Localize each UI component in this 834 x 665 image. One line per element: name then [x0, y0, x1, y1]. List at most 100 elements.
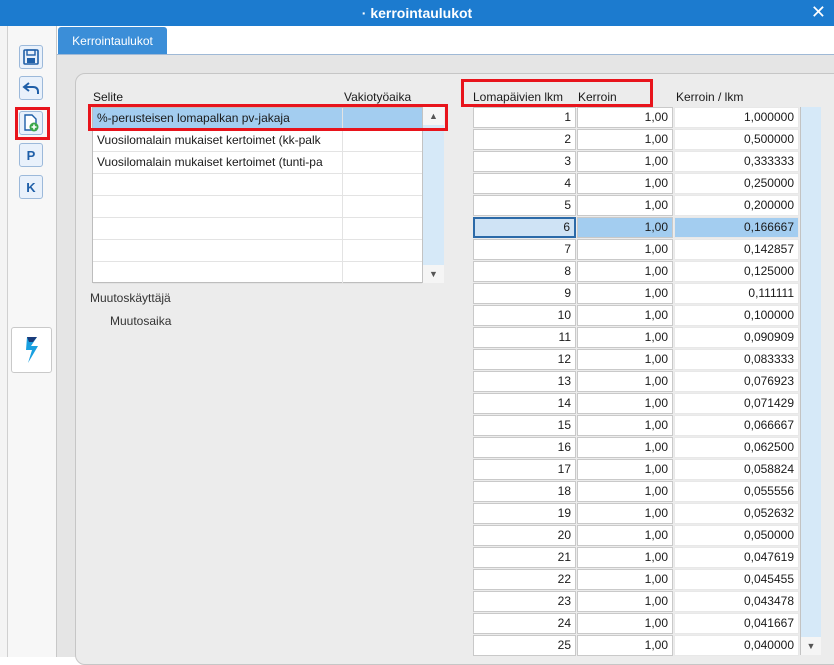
- lomapaivien-cell[interactable]: 5: [473, 195, 576, 216]
- kerroin-per-lkm-cell[interactable]: 0,200000: [674, 195, 799, 216]
- scroll-up-icon[interactable]: ▲: [423, 107, 444, 125]
- lomapaivien-cell[interactable]: 25: [473, 635, 576, 656]
- kerroin-cell[interactable]: 1,00: [577, 525, 673, 546]
- kerroin-cell[interactable]: 1,00: [577, 283, 673, 304]
- table-row[interactable]: 2 1,00 0,500000: [473, 129, 821, 151]
- selite-cell[interactable]: Vuosilomalain mukaiset kertoimet (tunti-…: [93, 152, 343, 173]
- kerroin-per-lkm-cell[interactable]: 0,045455: [674, 569, 799, 590]
- k-button[interactable]: K: [19, 175, 43, 199]
- table-row[interactable]: 17 1,00 0,058824: [473, 459, 821, 481]
- table-row[interactable]: [93, 262, 422, 284]
- scroll-down-icon[interactable]: ▼: [801, 637, 821, 655]
- table-row[interactable]: 24 1,00 0,041667: [473, 613, 821, 635]
- kerroin-per-lkm-cell[interactable]: 0,166667: [674, 217, 799, 238]
- kerroin-per-lkm-cell[interactable]: 0,047619: [674, 547, 799, 568]
- lomapaivien-cell[interactable]: 2: [473, 129, 576, 150]
- kerroin-cell[interactable]: 1,00: [577, 415, 673, 436]
- vakiotyoaika-cell[interactable]: [343, 130, 422, 151]
- table-row[interactable]: 11 1,00 0,090909: [473, 327, 821, 349]
- kerroin-cell[interactable]: 1,00: [577, 261, 673, 282]
- lomapaivien-cell[interactable]: 12: [473, 349, 576, 370]
- vakiotyoaika-cell[interactable]: [343, 196, 422, 217]
- lomapaivien-cell[interactable]: 7: [473, 239, 576, 260]
- table-row[interactable]: 4 1,00 0,250000: [473, 173, 821, 195]
- kerroin-per-lkm-cell[interactable]: 0,083333: [674, 349, 799, 370]
- selite-cell[interactable]: [93, 196, 343, 217]
- table-row[interactable]: 20 1,00 0,050000: [473, 525, 821, 547]
- kerroin-cell[interactable]: 1,00: [577, 437, 673, 458]
- vakiotyoaika-cell[interactable]: [343, 218, 422, 239]
- right-table-scrollbar[interactable]: ▼: [800, 107, 821, 655]
- kerroin-cell[interactable]: 1,00: [577, 129, 673, 150]
- lomapaivien-cell[interactable]: 19: [473, 503, 576, 524]
- table-row[interactable]: [93, 218, 422, 240]
- table-row[interactable]: 19 1,00 0,052632: [473, 503, 821, 525]
- kerroin-per-lkm-cell[interactable]: 0,058824: [674, 459, 799, 480]
- lomapaivien-cell[interactable]: 13: [473, 371, 576, 392]
- app-logo-button[interactable]: [11, 327, 52, 373]
- table-row[interactable]: [93, 196, 422, 218]
- table-row[interactable]: 22 1,00 0,045455: [473, 569, 821, 591]
- kerroin-cell[interactable]: 1,00: [577, 371, 673, 392]
- lomapaivien-cell[interactable]: 15: [473, 415, 576, 436]
- kerroin-cell[interactable]: 1,00: [577, 613, 673, 634]
- selite-cell[interactable]: %-perusteisen lomapalkan pv-jakaja: [93, 108, 343, 129]
- kerroin-per-lkm-cell[interactable]: 0,071429: [674, 393, 799, 414]
- kerroin-per-lkm-cell[interactable]: 0,500000: [674, 129, 799, 150]
- kerroin-cell[interactable]: 1,00: [577, 195, 673, 216]
- kerroin-cell[interactable]: 1,00: [577, 393, 673, 414]
- kerroin-cell[interactable]: 1,00: [577, 239, 673, 260]
- table-row[interactable]: 9 1,00 0,111111: [473, 283, 821, 305]
- table-row[interactable]: 15 1,00 0,066667: [473, 415, 821, 437]
- lomapaivien-cell[interactable]: 4: [473, 173, 576, 194]
- vakiotyoaika-cell[interactable]: [343, 262, 422, 283]
- lomapaivien-cell[interactable]: 16: [473, 437, 576, 458]
- p-button[interactable]: P: [19, 143, 43, 167]
- table-row[interactable]: 21 1,00 0,047619: [473, 547, 821, 569]
- table-row[interactable]: 12 1,00 0,083333: [473, 349, 821, 371]
- table-row[interactable]: 23 1,00 0,043478: [473, 591, 821, 613]
- table-row[interactable]: 10 1,00 0,100000: [473, 305, 821, 327]
- selite-cell[interactable]: [93, 240, 343, 261]
- kerroin-per-lkm-cell[interactable]: 0,055556: [674, 481, 799, 502]
- table-row[interactable]: 7 1,00 0,142857: [473, 239, 821, 261]
- kerroin-per-lkm-cell[interactable]: 1,000000: [674, 107, 799, 128]
- table-row[interactable]: Vuosilomalain mukaiset kertoimet (kk-pal…: [93, 130, 422, 152]
- lomapaivien-cell[interactable]: 24: [473, 613, 576, 634]
- table-row[interactable]: 8 1,00 0,125000: [473, 261, 821, 283]
- kerroin-cell[interactable]: 1,00: [577, 503, 673, 524]
- selite-cell[interactable]: Vuosilomalain mukaiset kertoimet (kk-pal…: [93, 130, 343, 151]
- kerroin-per-lkm-cell[interactable]: 0,062500: [674, 437, 799, 458]
- tab-kerrointaulukot[interactable]: Kerrointaulukot: [58, 27, 167, 54]
- lomapaivien-cell[interactable]: 14: [473, 393, 576, 414]
- kerroin-per-lkm-cell[interactable]: 0,040000: [674, 635, 799, 656]
- kerroin-per-lkm-cell[interactable]: 0,090909: [674, 327, 799, 348]
- kerroin-per-lkm-cell[interactable]: 0,066667: [674, 415, 799, 436]
- kerroin-per-lkm-cell[interactable]: 0,052632: [674, 503, 799, 524]
- kerroin-cell[interactable]: 1,00: [577, 305, 673, 326]
- vakiotyoaika-cell[interactable]: [343, 152, 422, 173]
- lomapaivien-cell[interactable]: 10: [473, 305, 576, 326]
- table-row[interactable]: %-perusteisen lomapalkan pv-jakaja: [93, 108, 422, 130]
- vakiotyoaika-cell[interactable]: [343, 240, 422, 261]
- lomapaivien-cell[interactable]: 18: [473, 481, 576, 502]
- lomapaivien-cell[interactable]: 17: [473, 459, 576, 480]
- table-row[interactable]: 13 1,00 0,076923: [473, 371, 821, 393]
- selite-cell[interactable]: [93, 218, 343, 239]
- table-row[interactable]: [93, 240, 422, 262]
- kerroin-per-lkm-cell[interactable]: 0,142857: [674, 239, 799, 260]
- kerroin-cell[interactable]: 1,00: [577, 217, 673, 238]
- kerroin-cell[interactable]: 1,00: [577, 173, 673, 194]
- kerroin-cell[interactable]: 1,00: [577, 151, 673, 172]
- lomapaivien-cell[interactable]: 3: [473, 151, 576, 172]
- table-row[interactable]: 16 1,00 0,062500: [473, 437, 821, 459]
- lomapaivien-cell[interactable]: 1: [473, 107, 576, 128]
- lomapaivien-cell[interactable]: 23: [473, 591, 576, 612]
- lomapaivien-cell[interactable]: 21: [473, 547, 576, 568]
- selite-cell[interactable]: [93, 262, 343, 283]
- lomapaivien-cell[interactable]: 20: [473, 525, 576, 546]
- table-row[interactable]: 18 1,00 0,055556: [473, 481, 821, 503]
- new-document-button[interactable]: [19, 111, 43, 135]
- table-row[interactable]: Vuosilomalain mukaiset kertoimet (tunti-…: [93, 152, 422, 174]
- kerroin-per-lkm-cell[interactable]: 0,125000: [674, 261, 799, 282]
